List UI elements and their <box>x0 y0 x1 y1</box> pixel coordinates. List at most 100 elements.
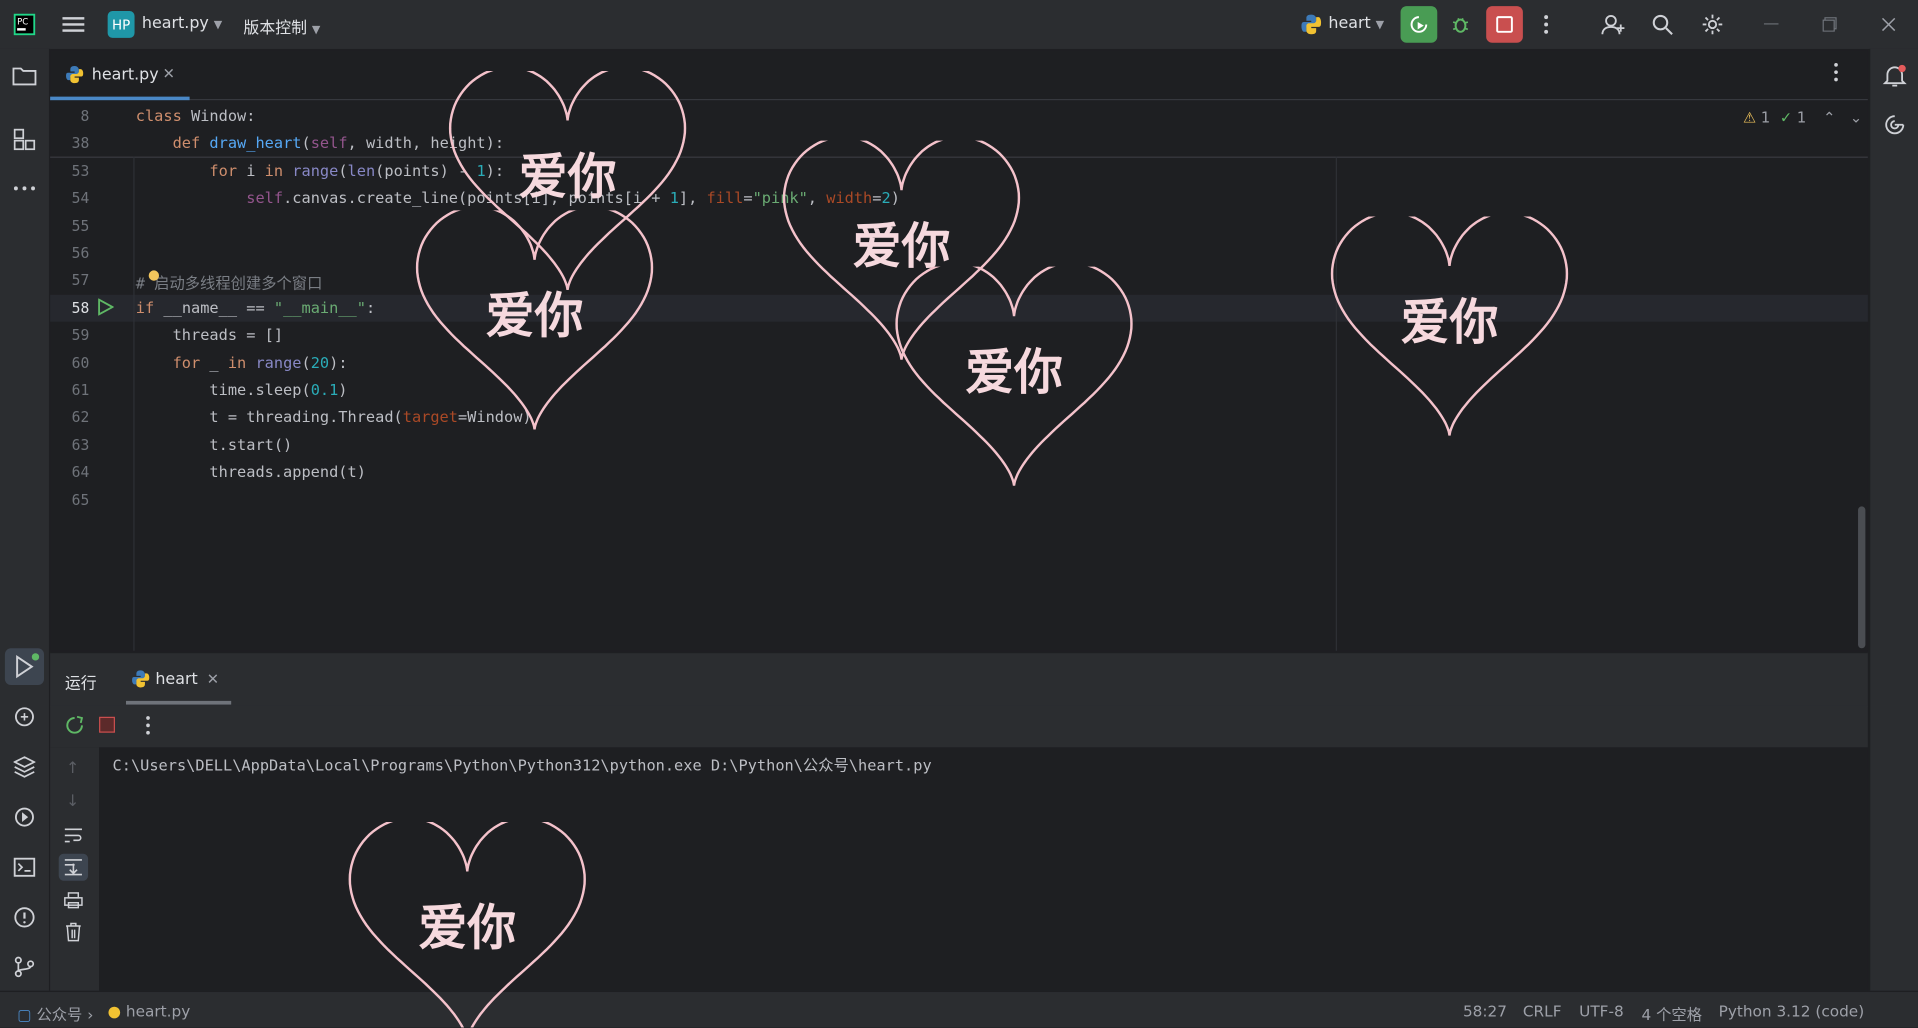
problems-icon[interactable] <box>10 903 39 932</box>
code-with-me-icon[interactable] <box>1599 10 1628 39</box>
trash-icon[interactable] <box>65 922 82 946</box>
more-actions-icon[interactable] <box>1531 10 1560 39</box>
terminal-icon[interactable] <box>10 853 39 882</box>
code-line[interactable]: if __name__ == "__main__": <box>136 298 375 316</box>
settings-gear-icon[interactable] <box>1698 10 1727 39</box>
soft-wrap-icon[interactable] <box>64 826 84 849</box>
run-tool-icon <box>16 653 40 679</box>
gutter-divider <box>133 156 135 651</box>
debug-icon[interactable] <box>1446 10 1475 39</box>
rerun-icon[interactable] <box>65 715 85 740</box>
heart-label: 爱你 <box>1400 293 1499 352</box>
chevron-right-icon: › <box>87 1005 94 1024</box>
run-tab-indicator <box>125 700 232 705</box>
close-run-tab-icon[interactable]: ✕ <box>207 670 219 687</box>
scroll-to-end-button[interactable] <box>58 853 89 881</box>
close-tab-icon[interactable]: ✕ <box>163 65 175 82</box>
python-file-icon <box>65 65 85 89</box>
right-tool-strip <box>1869 48 1918 991</box>
vcs-dropdown[interactable]: 版本控制 ▼ <box>243 15 320 38</box>
heart-window[interactable]: 爱你 <box>345 816 590 1028</box>
file-label: heart.py <box>125 1001 191 1021</box>
main-menu-icon[interactable] <box>59 10 88 39</box>
editor-tab-heart[interactable]: heart.py <box>92 66 159 84</box>
line-number: 62 <box>71 408 90 426</box>
line-separator[interactable]: CRLF <box>1523 1002 1562 1020</box>
indent-setting[interactable]: 4 个空格 <box>1642 1002 1702 1025</box>
code-line[interactable]: time.sleep(0.1) <box>136 380 347 398</box>
structure-icon[interactable] <box>10 125 39 154</box>
chevron-down-icon: ▼ <box>311 24 321 37</box>
code-line[interactable]: class Window: <box>136 106 256 124</box>
python-interpreter[interactable]: Python 3.12 (code) <box>1719 1002 1865 1020</box>
heart-label: 爱你 <box>965 343 1063 402</box>
inspection-widget[interactable]: ⚠ 1 ✓ 1 ⌃ ⌄ <box>1743 109 1862 126</box>
stop-button[interactable] <box>1486 6 1523 43</box>
stop-icon <box>1496 16 1513 33</box>
rerun-icon <box>1410 16 1428 33</box>
services-icon[interactable] <box>10 802 39 831</box>
breadcrumb-file[interactable]: ● heart.py <box>108 1002 191 1020</box>
line-number: 56 <box>71 244 90 262</box>
run-panel-title: 运行 <box>64 675 97 694</box>
code-line[interactable]: threads.append(t) <box>136 462 366 480</box>
breadcrumb-project[interactable]: ▢ 公众号 › <box>17 1002 93 1025</box>
chevron-up-icon[interactable]: ⌃ <box>1823 109 1835 126</box>
run-gutter-icon[interactable] <box>97 297 115 320</box>
line-number: 53 <box>71 162 90 180</box>
code-line[interactable]: # 启动多线程创建多个窗口 <box>136 270 323 293</box>
main-toolbar: PC HP heart.py ▼ 版本控制 ▼ heart ▼ <box>0 0 1918 51</box>
line-number: 55 <box>71 217 90 235</box>
heart-window[interactable]: 爱你 <box>412 205 657 430</box>
chevron-down-icon: ▼ <box>213 19 223 32</box>
python-packages-icon[interactable] <box>10 752 39 781</box>
arrow-up-icon[interactable]: ↑ <box>66 760 79 778</box>
file-encoding[interactable]: UTF-8 <box>1579 1002 1624 1020</box>
heart-label: 爱你 <box>485 287 584 345</box>
vcs-label: 版本控制 <box>243 19 308 38</box>
run-more-icon[interactable] <box>146 716 151 740</box>
run-panel-header: 运行 heart ✕ <box>50 651 1868 708</box>
rerun-button[interactable] <box>1400 6 1438 43</box>
project-file-label: heart.py <box>141 14 209 34</box>
editor-scrollbar[interactable] <box>1858 506 1866 649</box>
project-folder-icon[interactable] <box>10 61 39 90</box>
heart-window[interactable]: 爱你 <box>892 261 1137 487</box>
project-label: 公众号 <box>36 1005 83 1024</box>
minimize-icon[interactable] <box>1757 10 1786 39</box>
editor-options-icon[interactable] <box>1834 62 1839 86</box>
more-tools-icon[interactable] <box>10 174 39 203</box>
run-config-dropdown[interactable]: heart ▼ <box>1328 15 1384 33</box>
notifications-bell-icon[interactable] <box>1880 61 1909 90</box>
intention-bulb-icon[interactable]: ● <box>148 267 160 283</box>
svg-text:PC: PC <box>17 17 28 27</box>
line-number: 63 <box>71 436 90 454</box>
git-icon[interactable] <box>10 952 39 981</box>
console-command-line: C:\Users\DELL\AppData\Local\Programs\Pyt… <box>112 755 932 775</box>
run-config-label: heart <box>1328 14 1371 34</box>
chevron-down-icon[interactable]: ⌄ <box>1850 109 1862 126</box>
ai-assistant-icon[interactable] <box>1880 110 1909 139</box>
heart-window[interactable]: 爱你 <box>1327 211 1572 437</box>
python-icon <box>1297 10 1326 39</box>
run-tool-button[interactable] <box>4 648 45 685</box>
stop-run-icon[interactable] <box>99 716 115 733</box>
code-line[interactable]: threads = [] <box>136 325 283 343</box>
run-tab-heart[interactable]: heart <box>155 670 197 688</box>
caret-position[interactable]: 58:27 <box>1463 1002 1507 1020</box>
status-bar: ▢ 公众号 › ● heart.py 58:27 CRLF UTF-8 4 个空… <box>0 990 1918 1028</box>
project-file-dropdown[interactable]: heart.py ▼ <box>142 15 222 33</box>
close-window-icon[interactable] <box>1874 10 1903 39</box>
check-icon: ✓ <box>1779 108 1793 126</box>
pycharm-logo-icon[interactable]: PC <box>10 10 39 39</box>
chevron-down-icon: ▼ <box>1375 19 1385 32</box>
search-icon[interactable] <box>1648 10 1677 39</box>
arrow-down-icon[interactable]: ↓ <box>66 793 79 811</box>
restore-icon[interactable] <box>1815 10 1844 39</box>
print-icon[interactable] <box>64 890 84 913</box>
python-console-icon[interactable] <box>10 702 39 731</box>
warning-icon: ⚠ <box>1743 108 1757 126</box>
code-line[interactable]: t.start() <box>136 435 292 453</box>
code-line[interactable]: for _ in range(20): <box>136 354 348 372</box>
project-badge[interactable]: HP <box>107 11 135 38</box>
